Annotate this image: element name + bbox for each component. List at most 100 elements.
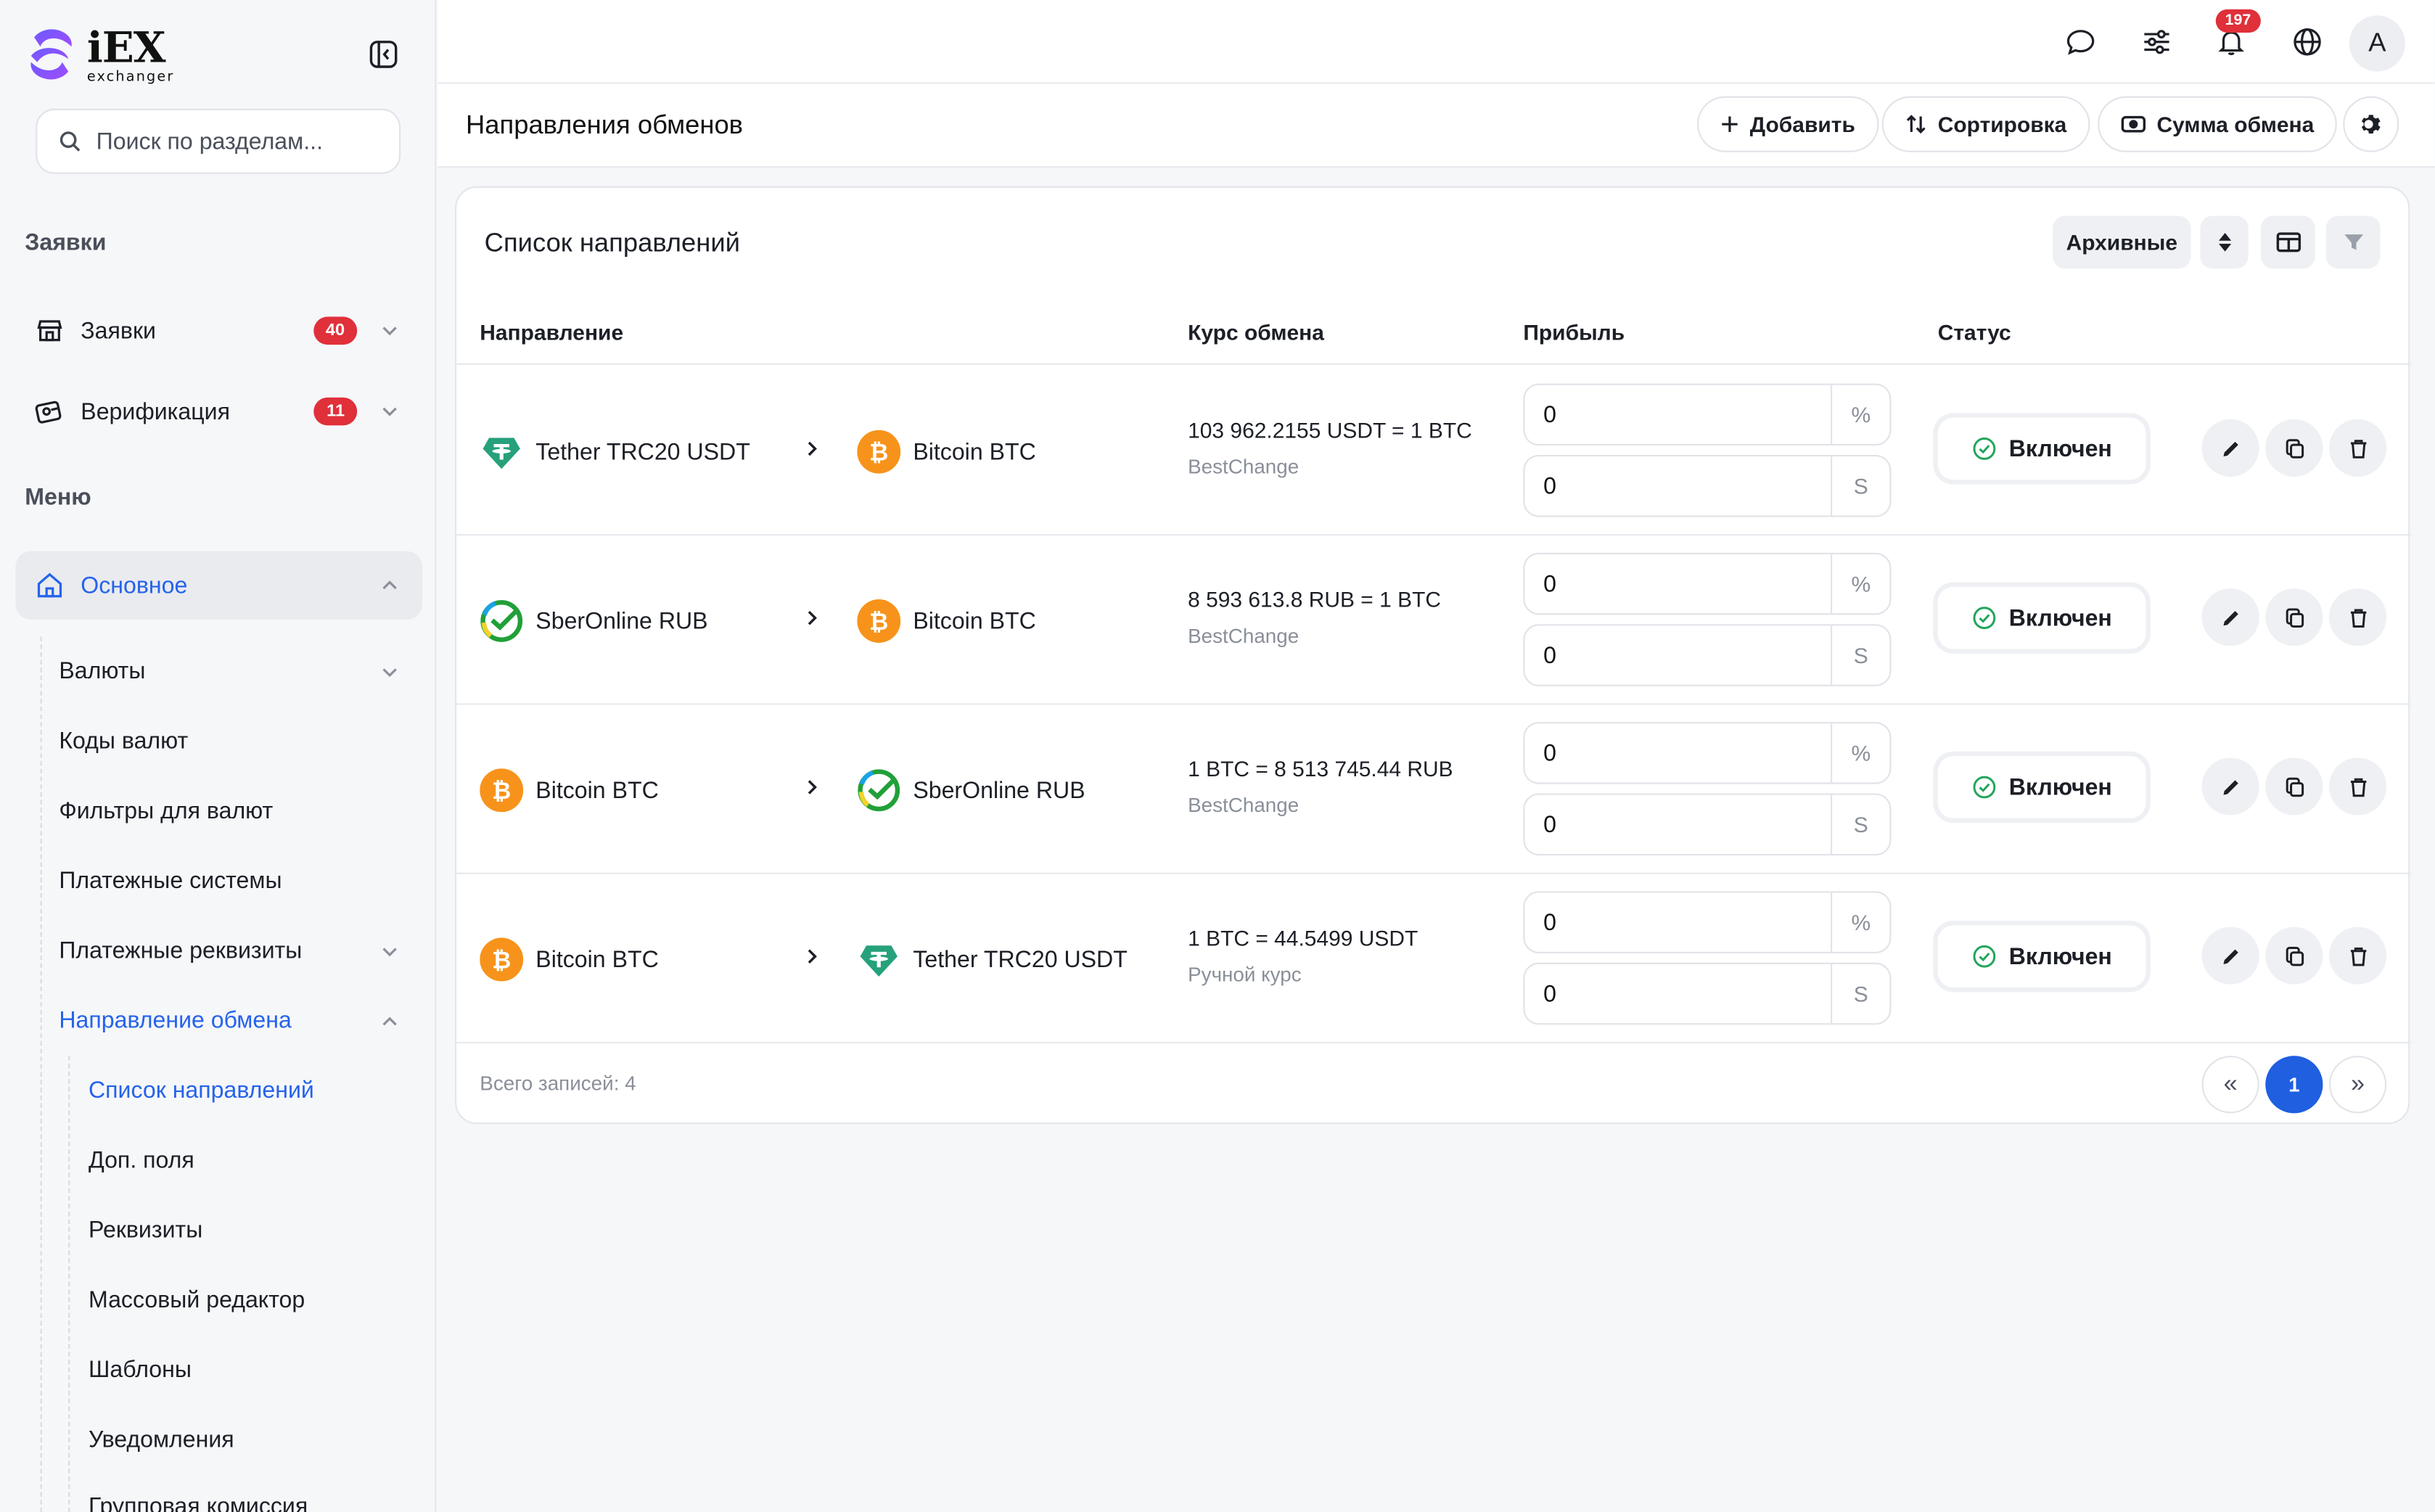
sidebar-search[interactable] — [36, 108, 401, 174]
globe-icon[interactable] — [2292, 26, 2323, 57]
sidebar-subitem-exchange-direction[interactable]: Направление обмена — [59, 1008, 401, 1034]
page-title: Направления обменов — [466, 110, 744, 140]
status-toggle[interactable]: Включен — [1937, 756, 2146, 818]
status-label: Включен — [2008, 943, 2112, 970]
edit-button[interactable] — [2201, 757, 2259, 815]
profit-percent-input[interactable] — [1524, 892, 1831, 952]
copy-button[interactable] — [2265, 588, 2323, 646]
pagination-prev-button[interactable]: « — [2201, 1056, 2259, 1114]
profit-fixed-input[interactable] — [1524, 794, 1831, 854]
status-toggle[interactable]: Включен — [1937, 586, 2146, 649]
archive-button[interactable]: Архивные — [2053, 215, 2191, 269]
settings-button[interactable] — [2343, 96, 2399, 152]
column-header-direction[interactable]: Направление — [480, 320, 623, 345]
sidebar-subitem-payment-systems[interactable]: Платежные системы — [59, 868, 401, 894]
sidebar-subsubitem-requisites[interactable]: Реквизиты — [89, 1217, 202, 1244]
sort-button[interactable]: Сортировка — [1881, 96, 2090, 152]
column-header-profit[interactable]: Прибыль — [1523, 320, 1625, 345]
pagination-next-button[interactable]: » — [2329, 1056, 2387, 1114]
direction-from: Tether TRC20 USDT — [480, 430, 750, 474]
status-toggle[interactable]: Включен — [1937, 417, 2146, 480]
sidebar-subitem-label: Валюты — [59, 658, 146, 685]
chevron-down-icon[interactable] — [379, 940, 401, 962]
status-label: Включен — [2008, 773, 2112, 801]
sidebar-subsubitem-notifications[interactable]: Уведомления — [89, 1427, 234, 1453]
status-toggle[interactable]: Включен — [1937, 925, 2146, 988]
bitcoin-icon: ₿ — [857, 599, 901, 643]
column-header-status[interactable]: Статус — [1938, 320, 2011, 345]
delete-button[interactable] — [2329, 588, 2387, 646]
tether-icon — [860, 945, 898, 977]
column-header-rate[interactable]: Курс обмена — [1188, 320, 1324, 345]
sidebar-item-main[interactable]: Основное — [15, 551, 423, 620]
profit-percent-input[interactable] — [1524, 723, 1831, 783]
sidebar-subitem-label: Платежные реквизиты — [59, 937, 303, 964]
chevron-down-icon[interactable] — [379, 400, 401, 422]
edit-button[interactable] — [2201, 419, 2259, 477]
profit-percent-field[interactable]: % — [1523, 383, 1892, 446]
sidebar-item-orders[interactable]: Заявки 40 — [15, 297, 422, 365]
chevron-down-icon[interactable] — [379, 320, 401, 342]
exchange-rate: 1 BTC = 44.5499 USDT — [1188, 925, 1418, 950]
sidebar-subsubitem-group-commission[interactable]: Групповая комиссия — [89, 1494, 308, 1512]
edit-button[interactable] — [2201, 926, 2259, 985]
copy-icon — [2285, 776, 2304, 797]
table-row: ₿ Bitcoin BTC Tether TRC20 USDT 1 BTC = … — [456, 873, 2411, 1042]
sber-icon — [858, 769, 900, 812]
fixed-suffix: S — [1831, 964, 1889, 1024]
svg-text:₿: ₿ — [869, 608, 888, 636]
add-button[interactable]: Добавить — [1697, 96, 1878, 152]
profit-fixed-input[interactable] — [1524, 625, 1831, 685]
sidebar-item-verification[interactable]: Верификация 11 — [15, 377, 422, 445]
delete-button[interactable] — [2329, 926, 2387, 985]
copy-icon — [2285, 607, 2304, 627]
avatar[interactable]: A — [2349, 15, 2405, 72]
profit-percent-field[interactable]: % — [1523, 722, 1892, 784]
sidebar: iEX exchanger Заявки Заявки 40 — [0, 0, 437, 1512]
delete-button[interactable] — [2329, 419, 2387, 477]
profit-fixed-input[interactable] — [1524, 456, 1831, 516]
copy-button[interactable] — [2265, 926, 2323, 985]
chevron-up-icon[interactable] — [379, 1010, 401, 1032]
sliders-icon[interactable] — [2141, 26, 2172, 57]
sidebar-subsubitem-extra-fields[interactable]: Доп. поля — [89, 1147, 194, 1173]
profit-fixed-field[interactable]: S — [1523, 455, 1892, 517]
search-input[interactable] — [96, 128, 376, 155]
edit-button[interactable] — [2201, 588, 2259, 646]
chevron-down-icon[interactable] — [379, 661, 401, 683]
logo[interactable]: iEX exchanger — [25, 25, 174, 87]
trash-icon — [2349, 439, 2366, 458]
profit-fixed-input[interactable] — [1524, 964, 1831, 1024]
chevron-up-icon[interactable] — [379, 575, 401, 596]
sidebar-subsubitem-directions-list[interactable]: Список направлений — [89, 1077, 314, 1104]
profit-fixed-field[interactable]: S — [1523, 962, 1892, 1025]
sidebar-subsubitem-templates[interactable]: Шаблоны — [89, 1357, 192, 1383]
direction-to: ₿ Bitcoin BTC — [857, 430, 1036, 474]
copy-button[interactable] — [2265, 757, 2323, 815]
profit-fixed-field[interactable]: S — [1523, 793, 1892, 856]
sidebar-subitem-currency-codes[interactable]: Коды валют — [59, 728, 401, 755]
pagination-page-button[interactable]: 1 — [2265, 1056, 2323, 1114]
sidebar-subitem-payment-details[interactable]: Платежные реквизиты — [59, 938, 401, 964]
profit-percent-field[interactable]: % — [1523, 552, 1892, 615]
table-row: SberOnline RUB ₿ Bitcoin BTC 8 593 613.8… — [456, 534, 2411, 703]
sort-toggle-button[interactable] — [2200, 215, 2249, 269]
profit-percent-field[interactable]: % — [1523, 891, 1892, 953]
chat-icon[interactable] — [2065, 26, 2096, 57]
table-row: Tether TRC20 USDT ₿ Bitcoin BTC 103 962.… — [456, 365, 2411, 534]
profit-percent-input[interactable] — [1524, 554, 1831, 614]
sidebar-subsubitem-bulk-editor[interactable]: Массовый редактор — [89, 1287, 305, 1313]
sidebar-collapse-icon[interactable] — [368, 39, 399, 70]
sidebar-subitem-currency-filters[interactable]: Фильтры для валют — [59, 798, 401, 824]
columns-button[interactable] — [2260, 215, 2315, 269]
page-header: Направления обменов Добавить Сортировка … — [438, 83, 2435, 168]
profit-fixed-field[interactable]: S — [1523, 624, 1892, 686]
sidebar-subitem-currencies[interactable]: Валюты — [59, 658, 401, 685]
copy-icon — [2285, 945, 2304, 966]
sidebar-item-label: Верификация — [81, 398, 230, 425]
delete-button[interactable] — [2329, 757, 2387, 815]
copy-button[interactable] — [2265, 419, 2323, 477]
profit-percent-input[interactable] — [1524, 385, 1831, 445]
exchange-amount-button[interactable]: Сумма обмена — [2098, 96, 2338, 152]
filter-button[interactable] — [2325, 215, 2381, 269]
